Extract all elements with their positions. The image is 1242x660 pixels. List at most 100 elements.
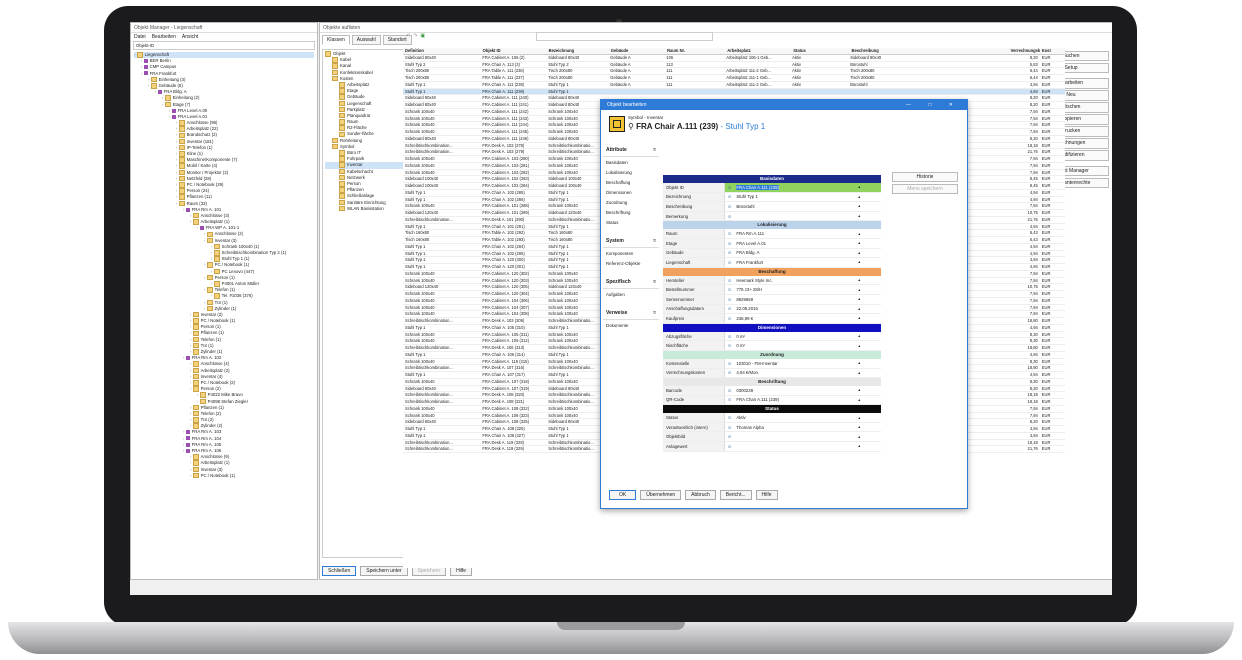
collapse-icon[interactable]: ≈ xyxy=(653,310,656,316)
nav-section-header[interactable]: Speziflsch ≈ xyxy=(603,276,659,289)
redo-icon[interactable]: ↷ xyxy=(413,33,417,39)
nav-section-header[interactable]: Attribute ≈ xyxy=(603,144,659,157)
collapse-icon[interactable]: ≈ xyxy=(653,238,656,244)
edit-icon[interactable]: ▲ xyxy=(858,288,861,292)
field-value[interactable]: ⊙ 0300239 ▲ xyxy=(724,386,881,395)
edit-icon[interactable]: ▲ xyxy=(858,185,861,189)
table-row[interactable]: Sideboard 80x40 FRA Cabinet A. 106 (2) Sid… xyxy=(403,55,1065,62)
table-row[interactable]: Stuhl Typ 2 FRA Chair A. 113 (3) Stuhl Typ… xyxy=(403,62,1065,69)
column-header[interactable]: Arbeitsplatz xyxy=(725,48,791,54)
undo-icon[interactable]: ↶ xyxy=(406,33,410,39)
edit-icon[interactable]: ▲ xyxy=(858,307,861,311)
column-header[interactable]: Verrechnungskosten xyxy=(1009,48,1040,54)
edit-icon[interactable]: ▲ xyxy=(858,416,861,420)
edit-icon[interactable]: ▲ xyxy=(858,316,861,320)
edit-icon[interactable]: ▲ xyxy=(858,435,861,439)
field-value[interactable]: ⊙ 4,94 €/Mon. ▲ xyxy=(724,368,881,378)
field-value[interactable]: ⊙ FRA Bldg. A ▲ xyxy=(724,248,881,258)
column-header[interactable]: Bezeichnung xyxy=(547,48,609,54)
edit-icon[interactable]: ▲ xyxy=(858,278,861,282)
edit-icon[interactable]: ▲ xyxy=(858,444,861,448)
field-value[interactable]: ⊙ 0 m² ▲ xyxy=(724,331,881,341)
field-value[interactable]: ⊙ 775 z3+ 28/H ▲ xyxy=(724,285,881,294)
report-button[interactable]: Bericht... xyxy=(719,490,752,500)
nav-section-header[interactable]: Verweise ≈ xyxy=(603,307,659,320)
table-row[interactable]: Tisch 200x80 FRA Table A. 111 (237) Tisch … xyxy=(403,75,1065,82)
field-value[interactable]: ⊙ 0 m² ▲ xyxy=(724,341,881,350)
collapse-icon[interactable]: ≈ xyxy=(653,147,656,153)
column-header[interactable]: Gebäude xyxy=(609,48,665,54)
edit-icon[interactable]: ▲ xyxy=(858,204,861,208)
column-header[interactable]: Kost xyxy=(1040,48,1065,54)
field-value[interactable]: ⊙ Bürostuhl ▲ xyxy=(724,202,881,211)
nav-item[interactable]: Dimensionen xyxy=(603,187,659,197)
field-value[interactable]: ⊙ FRA Chair A.111 (239) ▲ xyxy=(724,183,881,192)
edit-icon[interactable]: ▲ xyxy=(858,195,861,199)
window-controls[interactable]: — □ ✕ xyxy=(906,102,961,108)
edit-icon[interactable]: ▲ xyxy=(858,260,861,264)
objekt-id-filter[interactable]: Objekt-ID xyxy=(133,41,315,50)
nav-item[interactable]: Komponenten xyxy=(603,248,659,258)
edit-icon[interactable]: ▲ xyxy=(858,344,861,348)
field-value[interactable]: ⊙ Aktiv ▲ xyxy=(724,413,881,422)
field-value[interactable]: ⊙ ▲ xyxy=(724,211,881,221)
edit-icon[interactable]: ▲ xyxy=(858,361,861,365)
table-row[interactable]: Stuhl Typ 1 FRA Chair A. 111 (239) Stuhl T… xyxy=(403,88,1065,96)
edit-icon[interactable]: ▲ xyxy=(858,398,861,402)
menu-file[interactable]: Datei xyxy=(134,34,146,40)
field-value[interactable]: ⊙ FRA Chair A.111 (239) ▲ xyxy=(724,395,881,405)
history-button[interactable]: Historie xyxy=(892,171,958,182)
field-value[interactable]: ⊙ ▲ xyxy=(724,442,881,451)
edit-icon[interactable]: ▲ xyxy=(858,251,861,255)
field-value[interactable]: ⊙ FRA Rm A.111 ▲ xyxy=(724,229,881,238)
column-header[interactable]: Status xyxy=(791,48,849,54)
edit-icon[interactable]: ▲ xyxy=(858,334,861,338)
tab-klassen[interactable]: Klassen xyxy=(322,35,350,45)
field-value[interactable]: ⊙ FRA Frankfurt ▲ xyxy=(724,258,881,267)
nav-item[interactable]: Status xyxy=(603,217,659,227)
collapse-icon[interactable]: ≈ xyxy=(653,279,656,285)
field-value[interactable]: ⊙ Heemark Style Inc. ▲ xyxy=(724,275,881,285)
edit-icon[interactable]: ▲ xyxy=(858,388,861,392)
nav-item[interactable]: Beschaffung xyxy=(603,177,659,187)
field-value[interactable]: ⊙ 236,99 € ▲ xyxy=(724,314,881,323)
table-row[interactable]: Tisch 200x80 FRA Table A. 111 (236) Tisch … xyxy=(403,68,1065,75)
nav-item[interactable]: Lokalisierung xyxy=(603,167,659,177)
export-icon[interactable]: ▣ xyxy=(420,33,425,39)
field-value[interactable]: ⊙ ▲ xyxy=(724,432,881,442)
ok-button[interactable]: OK xyxy=(609,490,637,500)
apply-button[interactable]: Übernehmen xyxy=(640,490,682,500)
field-value[interactable]: ⊙ Stuhl Typ 1 ▲ xyxy=(724,192,881,202)
nav-item[interactable]: Referenz-Objekte xyxy=(603,258,659,268)
column-header[interactable]: Raum Nr. xyxy=(665,48,725,54)
cancel-button[interactable]: Abbruch xyxy=(685,490,716,500)
edit-icon[interactable]: ▲ xyxy=(858,232,861,236)
close-button[interactable]: Schließen xyxy=(322,566,357,576)
nav-section-header[interactable]: System ≈ xyxy=(603,235,659,248)
edit-icon[interactable]: ▲ xyxy=(858,214,861,218)
nav-item[interactable]: Beschriftung xyxy=(603,207,659,217)
tree-node[interactable]: › PC / Notebook (1) xyxy=(134,473,314,479)
nav-item[interactable]: Basisdaten xyxy=(603,157,659,167)
save-menu-button[interactable]: Menu speichern xyxy=(892,183,958,194)
column-header[interactable]: Objekt ID xyxy=(481,48,547,54)
column-header[interactable]: Beschreibung xyxy=(850,48,1009,54)
search-input[interactable] xyxy=(536,32,713,41)
menu-view[interactable]: Ansicht xyxy=(182,34,198,40)
edit-icon[interactable]: ▲ xyxy=(858,297,861,301)
class-node[interactable]: WLAN Basisstation xyxy=(325,206,405,212)
menu-edit[interactable]: Bearbeiten xyxy=(152,34,176,40)
nav-item[interactable]: Aufgaben xyxy=(603,289,659,299)
save-as-button[interactable]: Speichern unter xyxy=(360,566,408,576)
edit-icon[interactable]: ▲ xyxy=(858,425,861,429)
table-row[interactable]: Stuhl Typ 1 FRA Chair A. 111 (238) Stuhl T… xyxy=(403,82,1065,89)
nav-item[interactable]: Zuordnung xyxy=(603,197,659,207)
field-value[interactable]: ⊙ 8829659 ▲ xyxy=(724,294,881,304)
dialog-help-button[interactable]: Hilfe xyxy=(755,490,778,500)
field-value[interactable]: ⊙ FRA Level A.01 ▲ xyxy=(724,238,881,248)
column-header[interactable]: Definition xyxy=(403,48,481,54)
field-value[interactable]: ⊙ Thomas Alpha ▲ xyxy=(724,422,881,432)
edit-icon[interactable]: ▲ xyxy=(858,241,861,245)
nav-item[interactable]: Dokumente xyxy=(603,320,659,330)
field-value[interactable]: ⊙ 103010 - FM-Inventar ▲ xyxy=(724,358,881,368)
